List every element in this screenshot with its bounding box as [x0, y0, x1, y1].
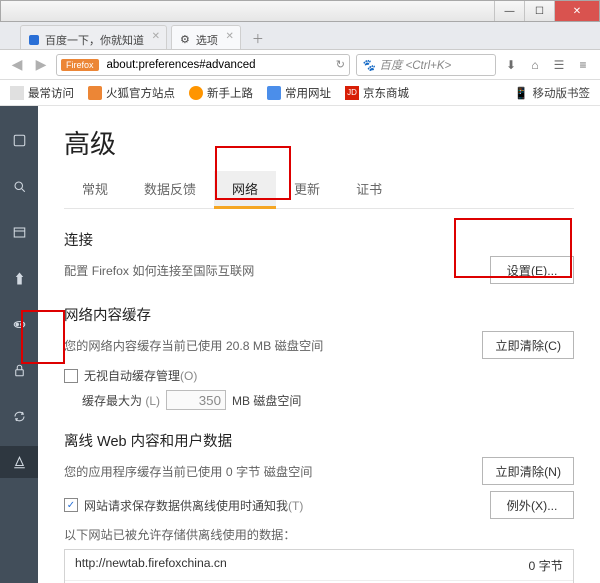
- nav-back-button[interactable]: ◀: [8, 56, 26, 73]
- section-cache: 网络内容缓存 您的网络内容缓存当前已使用 20.8 MB 磁盘空间 立即清除(C…: [64, 304, 574, 410]
- tab-close-icon[interactable]: ✕: [152, 31, 160, 42]
- subtab-network[interactable]: 网络: [214, 171, 276, 209]
- offline-notify-checkbox[interactable]: ✓: [64, 498, 78, 512]
- sidebar-item-applications[interactable]: [0, 262, 38, 294]
- baidu-search-icon: 🐾: [361, 58, 375, 72]
- url-bar[interactable]: Firefox ↻: [56, 54, 350, 76]
- browser-tab[interactable]: 百度一下，你就知道 ✕: [20, 25, 167, 49]
- mobile-bookmarks-link[interactable]: 📱 移动版书签: [514, 85, 590, 101]
- subtab-update[interactable]: 更新: [276, 171, 338, 208]
- search-placeholder: 百度 <Ctrl+K>: [379, 57, 451, 73]
- sidebar-item-advanced[interactable]: [0, 446, 38, 478]
- offline-list-heading: 以下网站已被允许存储供离线使用的数据：: [64, 525, 574, 543]
- tab-close-icon[interactable]: ✕: [225, 31, 233, 42]
- offline-exceptions-button[interactable]: 例外(X)...: [490, 491, 574, 519]
- url-input[interactable]: [105, 58, 332, 72]
- window-titlebar: — ☐ ✕: [0, 0, 600, 22]
- subtab-data-choices[interactable]: 数据反馈: [126, 171, 214, 208]
- navbar: ◀ ▶ Firefox ↻ 🐾 百度 <Ctrl+K> ⬇ ⌂ ☰ ≡: [0, 50, 600, 80]
- downloads-icon[interactable]: ⬇: [502, 58, 520, 72]
- bookmark-label: 常用网址: [285, 85, 331, 101]
- sidebar-item-sync[interactable]: [0, 400, 38, 432]
- bookmark-label: 新手上路: [207, 85, 253, 101]
- override-cache-checkbox[interactable]: [64, 369, 78, 383]
- clear-offline-button[interactable]: 立即清除(N): [482, 457, 574, 485]
- page-title: 高级: [64, 124, 574, 161]
- tab-title: 百度一下，你就知道: [45, 32, 144, 48]
- bookmark-label: 京东商城: [363, 85, 409, 101]
- new-tab-button[interactable]: ＋: [245, 27, 271, 49]
- advanced-subtabs: 常规 数据反馈 网络 更新 证书: [64, 171, 574, 209]
- subtab-certificates[interactable]: 证书: [338, 171, 400, 208]
- cache-limit-row: 缓存最大为 (L) MB 磁盘空间: [64, 390, 574, 410]
- browser-tabstrip: 百度一下，你就知道 ✕ ⚙ 选项 ✕ ＋: [0, 22, 600, 50]
- browser-tab[interactable]: ⚙ 选项 ✕: [171, 25, 241, 49]
- site-url: http://newtab.firefoxchina.cn: [75, 556, 227, 574]
- bookmark-label: 最常访问: [28, 85, 74, 101]
- window-maximize-button[interactable]: ☐: [524, 1, 554, 21]
- section-offline: 离线 Web 内容和用户数据 您的应用程序缓存当前已使用 0 字节 磁盘空间 立…: [64, 430, 574, 583]
- offline-notify-label: 网站请求保存数据供离线使用时通知我(T): [84, 497, 303, 514]
- bookmarks-menu-icon[interactable]: ☰: [550, 58, 568, 72]
- preferences-sidebar: [0, 106, 38, 583]
- override-cache-label: 无视自动缓存管理(O): [84, 367, 197, 384]
- reload-icon[interactable]: ↻: [336, 58, 345, 71]
- menu-icon[interactable]: ≡: [574, 58, 592, 72]
- baidu-favicon: [29, 35, 39, 45]
- gear-icon: ⚙: [180, 33, 190, 46]
- nav-forward-button[interactable]: ▶: [32, 56, 50, 73]
- section-title: 网络内容缓存: [64, 304, 574, 325]
- section-title: 离线 Web 内容和用户数据: [64, 430, 574, 451]
- cache-limit-input[interactable]: [166, 390, 226, 410]
- connection-description: 配置 Firefox 如何连接至国际互联网: [64, 261, 254, 279]
- bookmarks-bar: 最常访问 火狐官方站点 新手上路 常用网址 JD 京东商城 📱 移动版书签: [0, 80, 600, 106]
- search-box[interactable]: 🐾 百度 <Ctrl+K>: [356, 54, 496, 76]
- offline-usage-text: 您的应用程序缓存当前已使用 0 字节 磁盘空间: [64, 462, 313, 480]
- cache-limit-unit: MB 磁盘空间: [232, 392, 301, 409]
- bookmark-item[interactable]: 新手上路: [189, 85, 253, 101]
- cache-limit-label: 缓存最大为 (L): [82, 392, 160, 409]
- bookmark-label: 火狐官方站点: [106, 85, 175, 101]
- bookmark-item[interactable]: 常用网址: [267, 85, 331, 101]
- bookmark-icon: [10, 86, 24, 100]
- tab-title: 选项: [196, 32, 218, 48]
- sidebar-item-general[interactable]: [0, 124, 38, 156]
- site-size: 0 字节: [528, 556, 563, 574]
- home-icon[interactable]: ⌂: [526, 58, 544, 72]
- window-close-button[interactable]: ✕: [554, 1, 599, 21]
- bookmark-icon: [88, 86, 102, 100]
- bookmark-item[interactable]: JD 京东商城: [345, 85, 409, 101]
- jd-icon: JD: [345, 86, 359, 100]
- mobile-bookmark-icon: 📱: [514, 86, 528, 100]
- section-connection: 连接 配置 Firefox 如何连接至国际互联网 设置(E)...: [64, 229, 574, 284]
- sidebar-item-content[interactable]: [0, 216, 38, 248]
- sidebar-item-search[interactable]: [0, 170, 38, 202]
- connection-settings-button[interactable]: 设置(E)...: [490, 256, 574, 284]
- window-minimize-button[interactable]: —: [494, 1, 524, 21]
- section-title: 连接: [64, 229, 574, 250]
- sidebar-item-security[interactable]: [0, 354, 38, 386]
- preferences-panel: 高级 常规 数据反馈 网络 更新 证书 连接 配置 Firefox 如何连接至国…: [38, 106, 600, 583]
- clear-cache-button[interactable]: 立即清除(C): [482, 331, 574, 359]
- sidebar-item-privacy[interactable]: [0, 308, 38, 340]
- cache-usage-text: 您的网络内容缓存当前已使用 20.8 MB 磁盘空间: [64, 336, 323, 354]
- subtab-general[interactable]: 常规: [64, 171, 126, 208]
- bookmark-icon: [189, 86, 203, 100]
- offline-sites-list[interactable]: http://newtab.firefoxchina.cn 0 字节 http:…: [64, 549, 574, 583]
- bookmark-item[interactable]: 火狐官方站点: [88, 85, 175, 101]
- bookmark-item[interactable]: 最常访问: [10, 85, 74, 101]
- firefox-chip: Firefox: [61, 59, 99, 71]
- list-item[interactable]: http://newtab.firefoxchina.cn 0 字节: [65, 550, 573, 580]
- bookmark-label: 移动版书签: [533, 85, 591, 101]
- bookmark-icon: [267, 86, 281, 100]
